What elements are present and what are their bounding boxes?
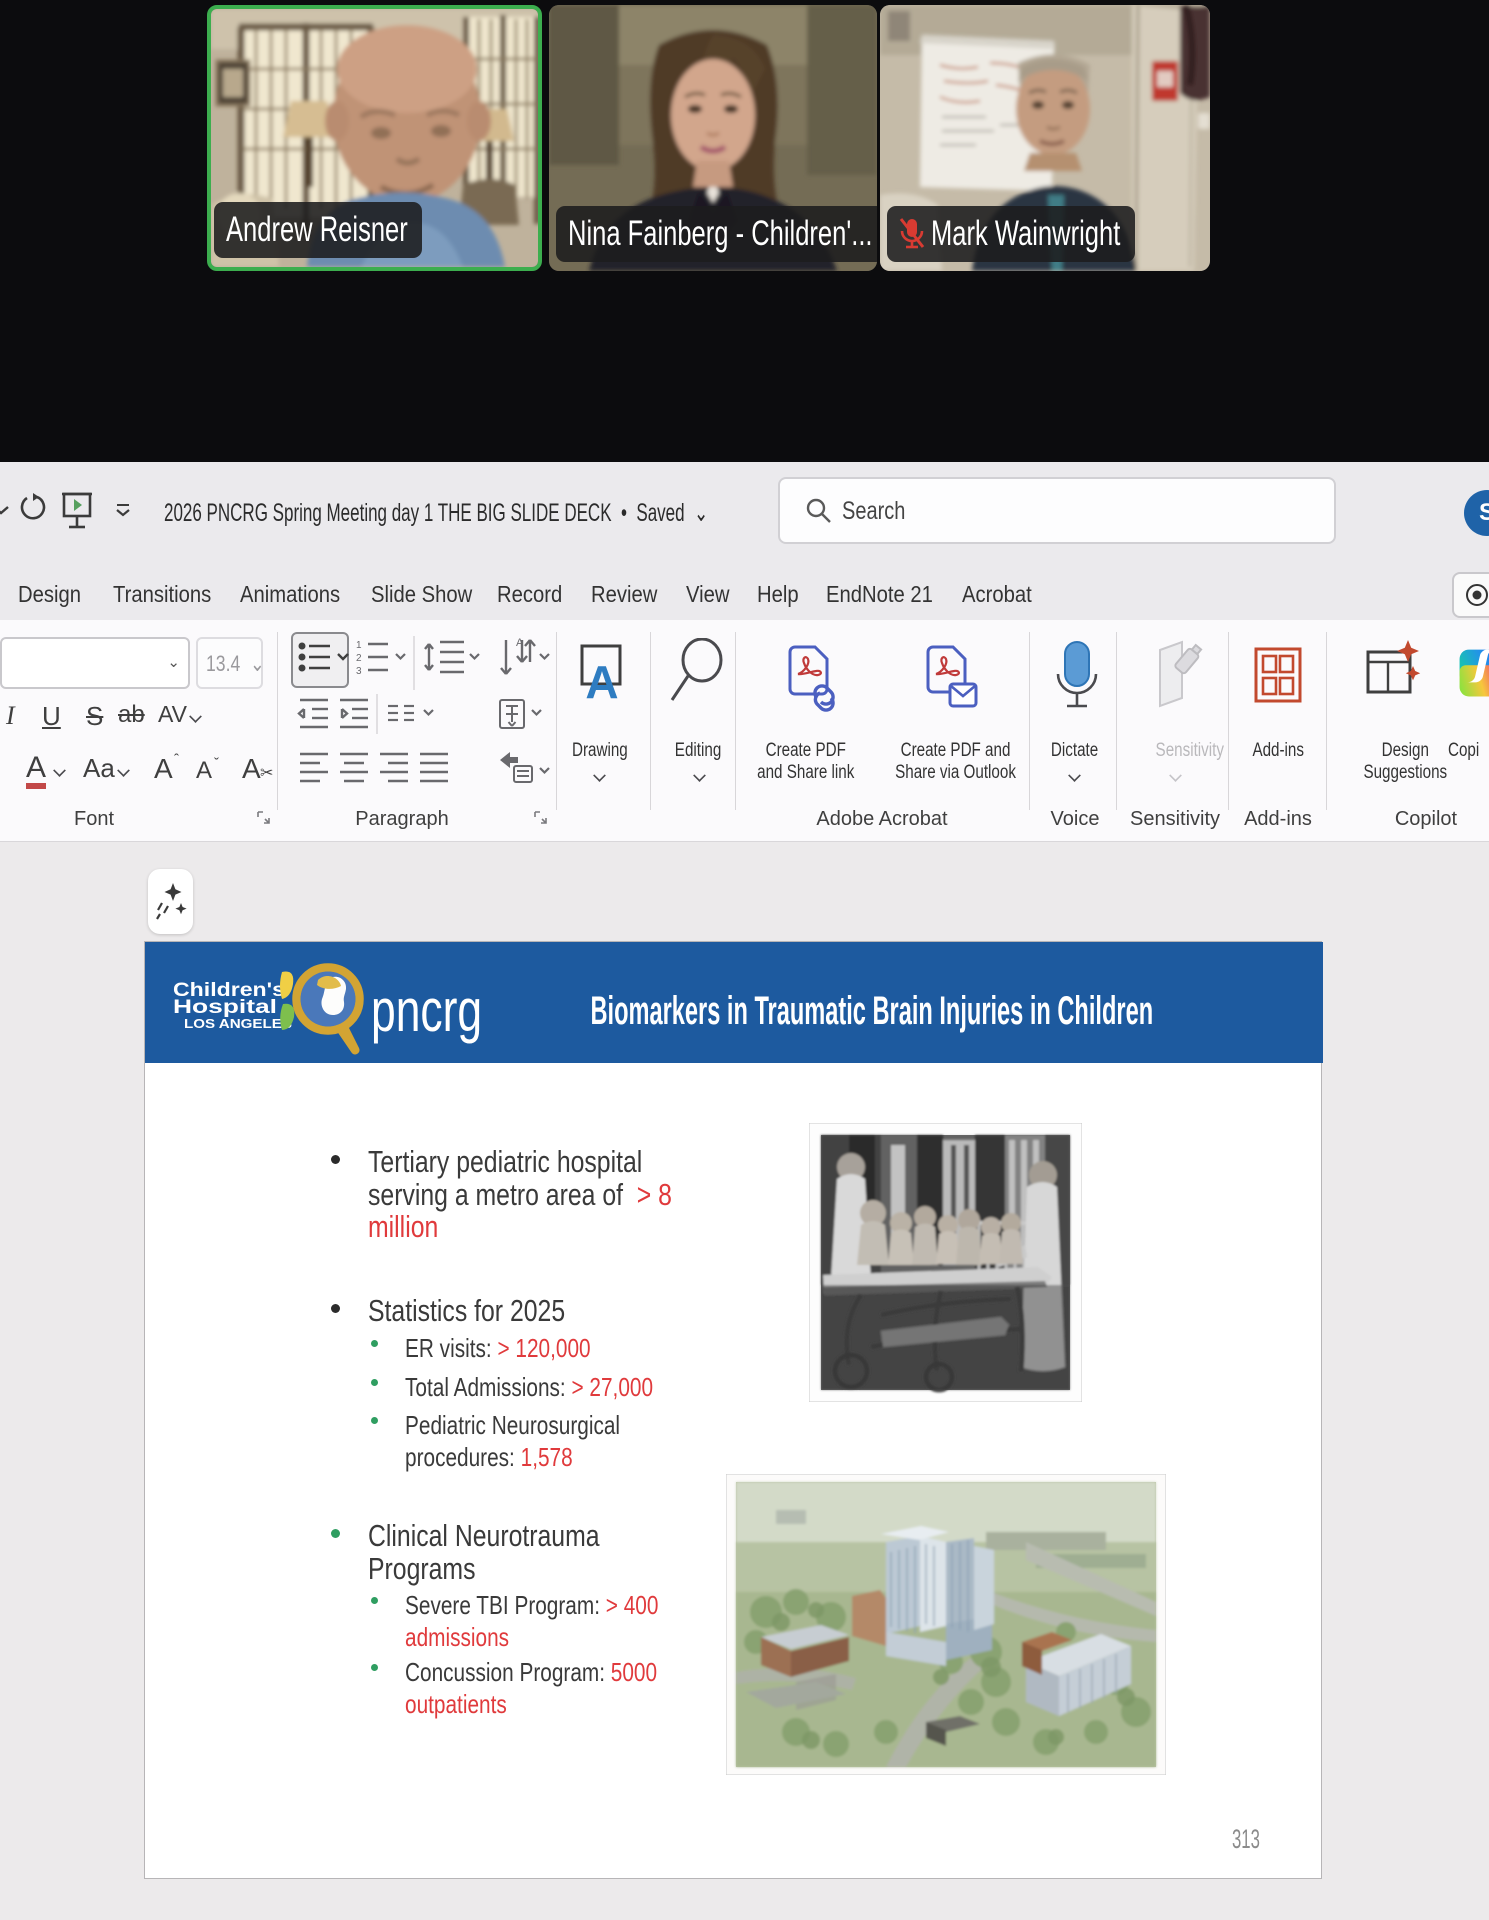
svg-text:1: 1 bbox=[356, 640, 362, 651]
svg-text:Hospital: Hospital bbox=[173, 997, 277, 1018]
svg-text:A: A bbox=[585, 656, 618, 704]
svg-text:2: 2 bbox=[356, 653, 362, 664]
svg-text:3: 3 bbox=[356, 666, 362, 677]
svg-text:A: A bbox=[516, 637, 524, 649]
svg-text:LOS ANGELES: LOS ANGELES bbox=[184, 1016, 292, 1031]
